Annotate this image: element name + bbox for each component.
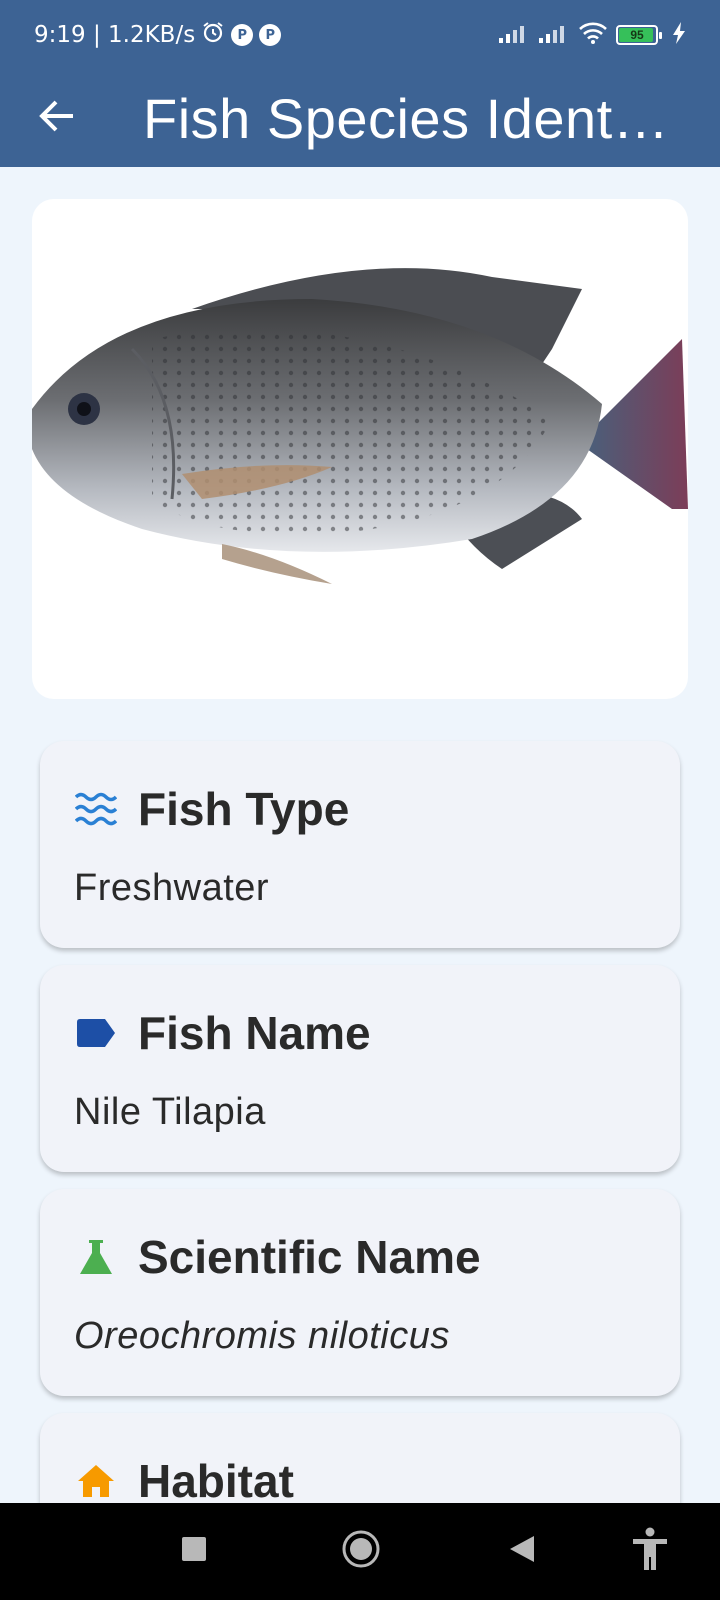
- system-nav-bar: [0, 1503, 720, 1600]
- signal-icon: [498, 22, 530, 49]
- status-left: 9:19 | 1.2KB/s P P: [34, 20, 282, 50]
- p-icon: P: [231, 24, 254, 46]
- card-title: Fish Type: [138, 783, 350, 835]
- card-title: Scientific Name: [138, 1231, 481, 1283]
- signal-icon: [538, 22, 570, 49]
- time-speed: 9:19 | 1.2KB/s: [34, 22, 196, 48]
- arrow-left-icon: [39, 100, 75, 137]
- status-bar: 9:19 | 1.2KB/s P P 95: [0, 0, 720, 70]
- card-header: Scientific Name: [74, 1229, 646, 1285]
- card-header: Habitat: [74, 1453, 646, 1509]
- p-icon: P: [259, 24, 282, 46]
- home-circle-icon: [341, 1529, 381, 1574]
- card-value: Oreochromis niloticus: [74, 1315, 450, 1357]
- card-header: Fish Name: [74, 1005, 646, 1061]
- card-header: Fish Type: [74, 781, 646, 837]
- toolbar: Fish Species Identi...: [0, 70, 720, 167]
- back-button[interactable]: [27, 89, 87, 149]
- card-scientific-name: Scientific Name Oreochromis niloticus: [40, 1189, 680, 1396]
- fish-photo: [32, 268, 688, 584]
- label-icon: [74, 1011, 118, 1055]
- accessibility-icon: [631, 1527, 669, 1576]
- home-icon: [74, 1459, 118, 1503]
- card-title: Fish Name: [138, 1007, 371, 1059]
- back-nav-button[interactable]: [494, 1523, 550, 1579]
- battery-icon: 95: [616, 25, 662, 45]
- card-value: Nile Tilapia: [74, 1091, 266, 1133]
- charging-icon: [672, 21, 686, 49]
- back-triangle-icon: [508, 1534, 536, 1569]
- waves-icon: [74, 787, 118, 831]
- recents-icon: [180, 1535, 208, 1568]
- battery-level: 95: [630, 28, 644, 42]
- page-title: Fish Species Identi...: [143, 87, 673, 150]
- fish-image-card: [32, 199, 688, 699]
- flask-icon: [74, 1235, 118, 1279]
- recents-button[interactable]: [166, 1523, 222, 1579]
- status-right: 95: [498, 21, 686, 50]
- app-header: 9:19 | 1.2KB/s P P 95 Fish Species Ident…: [0, 0, 720, 167]
- card-fish-name: Fish Name Nile Tilapia: [40, 965, 680, 1172]
- home-button[interactable]: [333, 1523, 389, 1579]
- wifi-icon: [578, 21, 608, 50]
- alarm-icon: [201, 20, 225, 50]
- card-fish-type: Fish Type Freshwater: [40, 741, 680, 948]
- card-value: Freshwater: [74, 867, 270, 909]
- card-title: Habitat: [138, 1455, 294, 1507]
- accessibility-button[interactable]: [622, 1523, 678, 1579]
